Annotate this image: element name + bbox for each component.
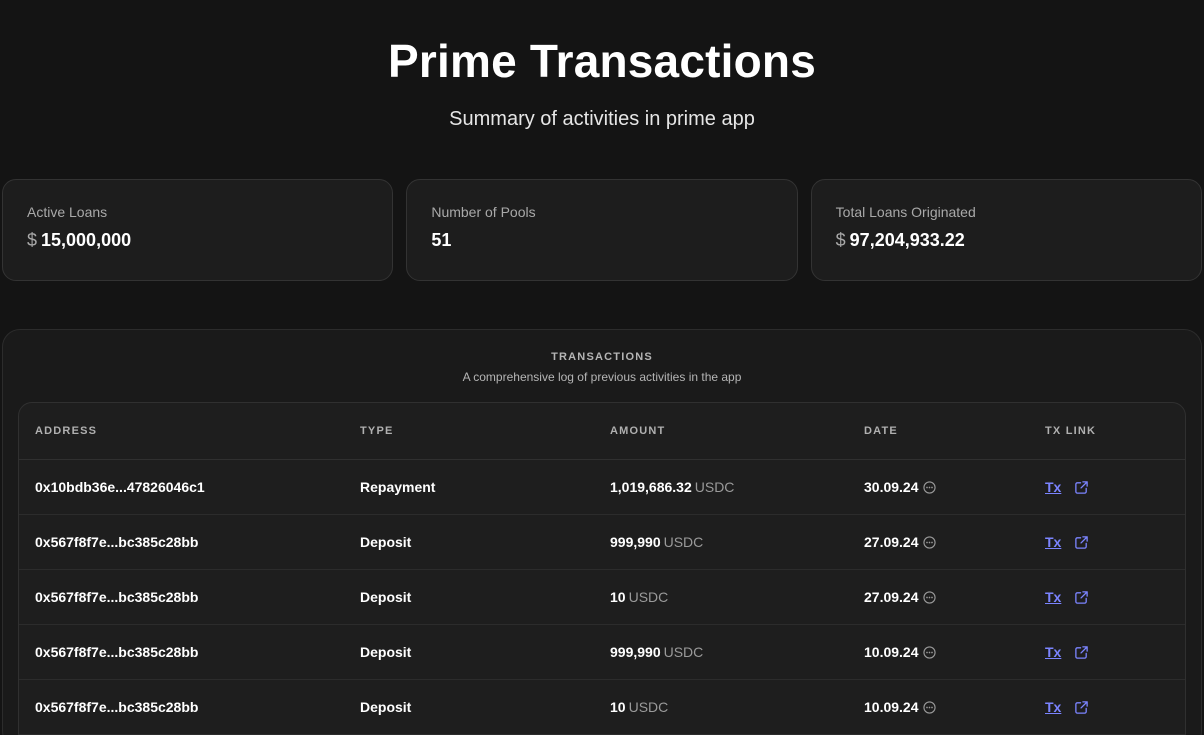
stat-label: Active Loans: [27, 204, 108, 220]
date-value: 27.09.24: [864, 589, 919, 605]
date-value: 30.09.24: [864, 479, 919, 495]
amount-value: 10: [610, 589, 626, 605]
row-address: 0x10bdb36e...47826046c1: [35, 479, 205, 495]
page-header: Prime Transactions Summary of activities…: [0, 0, 1204, 132]
table-header-row: ADDRESS TYPE AMOUNT DATE TX LINK: [19, 403, 1185, 460]
tx-link[interactable]: Tx: [1045, 479, 1061, 495]
page: Prime Transactions Summary of activities…: [0, 0, 1204, 735]
stat-value-row: 51: [431, 229, 772, 251]
stat-card-active-loans: Active Loans $15,000,000: [2, 179, 394, 281]
transactions-table: ADDRESS TYPE AMOUNT DATE TX LINK 0x10bdb…: [18, 402, 1186, 735]
table-row: 0x567f8f7e...bc385c28bb Deposit 999,990 U…: [19, 625, 1185, 680]
amount-value: 999,990: [610, 644, 661, 660]
row-type: Deposit: [360, 589, 412, 605]
stat-value-row: $97,204,933.22: [836, 229, 1177, 251]
stat-value: 51: [431, 230, 452, 250]
stat-label: Number of Pools: [431, 204, 536, 220]
clock-icon[interactable]: [923, 535, 937, 549]
amount-value: 999,990: [610, 534, 661, 550]
row-address: 0x567f8f7e...bc385c28bb: [35, 589, 199, 605]
row-date: 10.09.24: [864, 699, 1045, 715]
stat-value: 15,000,000: [41, 230, 132, 250]
stat-card-number-of-pools: Number of Pools 51: [406, 179, 798, 281]
row-date: 10.09.24: [864, 644, 1045, 660]
amount-value: 10: [610, 699, 626, 715]
row-type: Deposit: [360, 644, 412, 660]
page-title: Prime Transactions: [388, 35, 816, 87]
transactions-heading: TRANSACTIONS: [551, 351, 653, 363]
table-row: 0x567f8f7e...bc385c28bb Deposit 10 USDC 1…: [19, 680, 1185, 735]
row-tx-link: Tx: [1045, 699, 1185, 715]
row-amount: 1,019,686.32 USDC: [610, 479, 864, 495]
row-amount: 10 USDC: [610, 589, 864, 605]
table-row: 0x567f8f7e...bc385c28bb Deposit 999,990 U…: [19, 515, 1185, 570]
page-subtitle: Summary of activities in prime app: [449, 108, 755, 130]
amount-unit: USDC: [663, 644, 704, 660]
row-tx-link: Tx: [1045, 534, 1185, 550]
stat-value-row: $15,000,000: [27, 229, 368, 251]
column-header-amount: AMOUNT: [610, 425, 666, 437]
transactions-caption: A comprehensive log of previous activiti…: [462, 370, 742, 384]
column-header-address: ADDRESS: [35, 425, 98, 437]
amount-unit: USDC: [694, 479, 735, 495]
row-date: 30.09.24: [864, 479, 1045, 495]
row-amount: 10 USDC: [610, 699, 864, 715]
amount-unit: USDC: [628, 699, 669, 715]
row-amount: 999,990 USDC: [610, 644, 864, 660]
tx-link[interactable]: Tx: [1045, 534, 1061, 550]
external-link-icon[interactable]: [1073, 479, 1089, 495]
external-link-icon[interactable]: [1073, 699, 1089, 715]
stat-label: Total Loans Originated: [835, 204, 976, 220]
row-amount: 999,990 USDC: [610, 534, 864, 550]
stats-row: Active Loans $15,000,000 Number of Pools…: [2, 179, 1202, 281]
external-link-icon[interactable]: [1073, 534, 1089, 550]
external-link-icon[interactable]: [1073, 644, 1089, 660]
row-address: 0x567f8f7e...bc385c28bb: [35, 699, 199, 715]
date-value: 27.09.24: [864, 534, 919, 550]
row-date: 27.09.24: [864, 589, 1045, 605]
amount-value: 1,019,686.32: [610, 479, 692, 495]
transactions-panel: TRANSACTIONS A comprehensive log of prev…: [2, 329, 1202, 735]
row-tx-link: Tx: [1045, 479, 1185, 495]
clock-icon[interactable]: [923, 590, 937, 604]
column-header-tx-link: TX LINK: [1045, 425, 1097, 437]
currency-symbol: $: [835, 230, 846, 250]
tx-link[interactable]: Tx: [1045, 699, 1061, 715]
clock-icon[interactable]: [923, 645, 937, 659]
column-header-type: TYPE: [360, 425, 394, 437]
external-link-icon[interactable]: [1073, 589, 1089, 605]
tx-link[interactable]: Tx: [1045, 644, 1061, 660]
tx-link[interactable]: Tx: [1045, 589, 1061, 605]
row-address: 0x567f8f7e...bc385c28bb: [35, 534, 199, 550]
column-header-date: DATE: [864, 425, 898, 437]
clock-icon[interactable]: [923, 480, 937, 494]
row-date: 27.09.24: [864, 534, 1045, 550]
row-type: Repayment: [360, 479, 436, 495]
table-row: 0x10bdb36e...47826046c1 Repayment 1,019,…: [19, 460, 1185, 515]
table-row: 0x567f8f7e...bc385c28bb Deposit 10 USDC 2…: [19, 570, 1185, 625]
stat-card-total-loans-originated: Total Loans Originated $97,204,933.22: [810, 179, 1202, 281]
stat-value: 97,204,933.22: [849, 230, 965, 250]
row-tx-link: Tx: [1045, 644, 1185, 660]
row-tx-link: Tx: [1045, 589, 1185, 605]
date-value: 10.09.24: [864, 699, 919, 715]
amount-unit: USDC: [663, 534, 704, 550]
date-value: 10.09.24: [864, 644, 919, 660]
row-address: 0x567f8f7e...bc385c28bb: [35, 644, 199, 660]
row-type: Deposit: [360, 534, 412, 550]
amount-unit: USDC: [628, 589, 669, 605]
clock-icon[interactable]: [923, 700, 937, 714]
row-type: Deposit: [360, 699, 412, 715]
currency-symbol: $: [27, 230, 38, 250]
